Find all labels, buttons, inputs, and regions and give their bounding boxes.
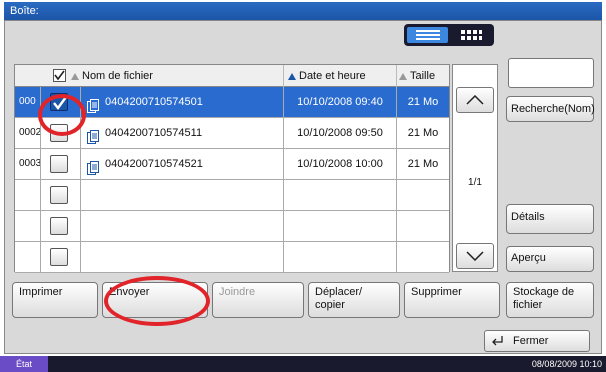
file-date bbox=[284, 211, 397, 241]
file-size: 21 Mo bbox=[407, 127, 439, 139]
row-checkbox-cell bbox=[41, 242, 81, 272]
return-arrow-icon bbox=[492, 336, 503, 346]
chevron-down-icon bbox=[466, 251, 484, 261]
row-checkbox-cell bbox=[41, 180, 81, 210]
thumbnail-view-button[interactable] bbox=[450, 27, 491, 43]
file-size bbox=[397, 211, 449, 241]
file-name: 0404200710574521 bbox=[105, 158, 203, 170]
file-name-cell bbox=[81, 211, 284, 241]
box-title-bar: Boîte: bbox=[4, 2, 602, 20]
table-row[interactable]: 0003 0404200710574521 10/10/2008 10:00 21 M… bbox=[15, 149, 449, 180]
search-name-button[interactable]: Recherche(Nom) bbox=[506, 96, 595, 122]
file-date: 10/10/2008 10:00 bbox=[284, 149, 397, 179]
file-size: 21 Mo bbox=[407, 96, 439, 108]
file-name: 0404200710574501 bbox=[105, 96, 203, 108]
sort-icon bbox=[71, 72, 79, 80]
status-datetime: 08/08/2009 10:10 bbox=[531, 359, 602, 369]
file-size bbox=[397, 180, 449, 210]
file-name: 0404200710574511 bbox=[105, 127, 203, 139]
search-name-field[interactable] bbox=[508, 58, 594, 88]
status-label[interactable]: État bbox=[0, 356, 49, 372]
action-bar: Imprimer Envoyer Joindre Déplacer/ copie… bbox=[12, 282, 602, 318]
row-number bbox=[15, 242, 41, 272]
file-name-cell: 0404200710574521 bbox=[81, 149, 284, 179]
table-row[interactable]: 000 0404200710574501 10/10/2008 09:40 21 Mo bbox=[15, 87, 449, 118]
list-view-icon bbox=[415, 30, 440, 40]
size-column-header[interactable]: Taille bbox=[397, 65, 449, 87]
document-icon bbox=[87, 126, 99, 144]
scroll-down-button[interactable] bbox=[456, 243, 494, 269]
row-checkbox-cell bbox=[41, 211, 81, 241]
name-column-header[interactable]: Nom de fichier bbox=[71, 65, 284, 87]
row-checkbox-cell bbox=[41, 149, 81, 179]
file-name-cell bbox=[81, 180, 284, 210]
file-date: 10/10/2008 09:40 bbox=[284, 87, 397, 117]
row-checkbox[interactable] bbox=[50, 93, 68, 111]
table-header: Nom de fichier Date et heure Taille bbox=[15, 65, 449, 87]
close-label: Fermer bbox=[513, 335, 549, 347]
file-date: 10/10/2008 09:50 bbox=[284, 118, 397, 148]
table-row[interactable] bbox=[15, 180, 449, 211]
file-storage-button[interactable]: Stockage de fichier bbox=[506, 282, 594, 318]
chevron-up-icon bbox=[466, 95, 484, 105]
row-number bbox=[15, 180, 41, 210]
sort-icon bbox=[399, 72, 407, 80]
list-view-button[interactable] bbox=[407, 27, 448, 43]
check-icon bbox=[53, 96, 67, 110]
row-checkbox[interactable] bbox=[50, 124, 68, 142]
details-button[interactable]: Détails bbox=[506, 204, 594, 234]
table-row[interactable] bbox=[15, 242, 449, 273]
file-name-cell: 0404200710574511 bbox=[81, 118, 284, 148]
select-all-checkbox[interactable] bbox=[53, 69, 66, 82]
grid-view-icon bbox=[460, 30, 482, 40]
file-date bbox=[284, 180, 397, 210]
page-indicator: 1/1 bbox=[468, 177, 482, 188]
screen: Boîte: Nom de fichier Date et heure Tail… bbox=[0, 0, 606, 372]
row-number: 000 bbox=[15, 87, 41, 117]
row-number: 0002 bbox=[15, 118, 41, 148]
file-table: Nom de fichier Date et heure Taille 000 0… bbox=[14, 64, 450, 273]
preview-button[interactable]: Aperçu bbox=[506, 246, 594, 272]
send-button[interactable]: Envoyer bbox=[102, 282, 208, 318]
file-size bbox=[397, 242, 449, 272]
view-toggle bbox=[404, 24, 494, 46]
document-icon bbox=[87, 157, 99, 175]
row-number bbox=[15, 211, 41, 241]
document-icon bbox=[87, 95, 99, 113]
table-row[interactable] bbox=[15, 211, 449, 242]
file-date bbox=[284, 242, 397, 272]
row-checkbox-cell bbox=[41, 118, 81, 148]
close-button[interactable]: Fermer bbox=[484, 330, 590, 352]
row-checkbox[interactable] bbox=[50, 248, 68, 266]
join-button[interactable]: Joindre bbox=[212, 282, 304, 318]
delete-button[interactable]: Supprimer bbox=[404, 282, 500, 318]
sort-active-icon bbox=[288, 72, 296, 80]
scroll-panel: 1/1 bbox=[452, 64, 498, 272]
file-size: 21 Mo bbox=[407, 158, 439, 170]
date-column-header[interactable]: Date et heure bbox=[284, 65, 397, 87]
row-checkbox-cell bbox=[41, 87, 81, 117]
check-icon bbox=[54, 70, 65, 81]
file-name-cell bbox=[81, 242, 284, 272]
row-checkbox[interactable] bbox=[50, 217, 68, 235]
box-title: Boîte: bbox=[10, 5, 39, 17]
row-checkbox[interactable] bbox=[50, 186, 68, 204]
status-bar: État 08/08/2009 10:10 bbox=[0, 356, 606, 372]
row-number: 0003 bbox=[15, 149, 41, 179]
scroll-up-button[interactable] bbox=[456, 87, 494, 113]
print-button[interactable]: Imprimer bbox=[12, 282, 98, 318]
move-copy-button[interactable]: Déplacer/ copier bbox=[308, 282, 400, 318]
table-row[interactable]: 0002 0404200710574511 10/10/2008 09:50 21 M… bbox=[15, 118, 449, 149]
file-name-cell: 0404200710574501 bbox=[81, 87, 284, 117]
row-checkbox[interactable] bbox=[50, 155, 68, 173]
